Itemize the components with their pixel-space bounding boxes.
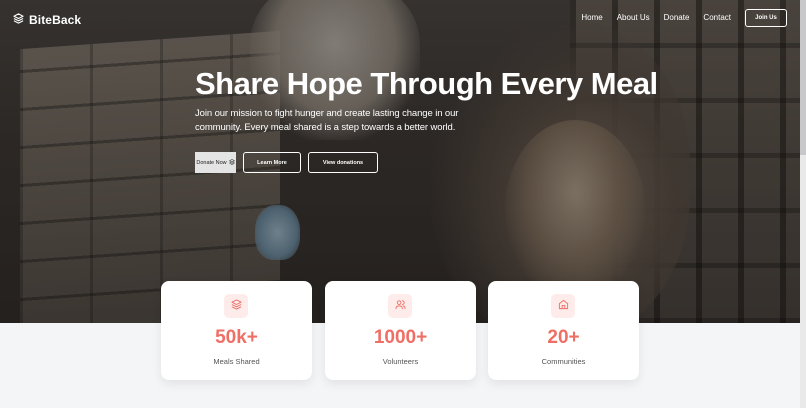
donate-now-button[interactable]: Donate Now bbox=[195, 152, 236, 173]
brand-logo[interactable]: BiteBack bbox=[13, 11, 81, 29]
layers-icon bbox=[228, 158, 235, 167]
brand-name: BiteBack bbox=[29, 13, 82, 27]
page: BiteBack Home About Us Donate Contact Jo… bbox=[0, 0, 806, 408]
stat-value: 20+ bbox=[547, 327, 580, 348]
hero-overlay bbox=[0, 0, 800, 323]
stat-label: Volunteers bbox=[382, 357, 419, 366]
stat-icon-badge bbox=[551, 294, 575, 318]
stat-label: Communities bbox=[541, 357, 586, 366]
stat-icon-badge bbox=[224, 294, 248, 318]
stat-label: Meals Shared bbox=[213, 357, 260, 366]
hero-background bbox=[0, 0, 800, 323]
layers-icon bbox=[13, 11, 24, 29]
nav-link-contact[interactable]: Contact bbox=[703, 13, 731, 22]
learn-more-button[interactable]: Learn More bbox=[243, 152, 301, 173]
page-scrollbar[interactable] bbox=[800, 0, 806, 408]
stat-icon-badge bbox=[388, 294, 412, 318]
layers-icon bbox=[230, 297, 242, 315]
stat-card-communities: 20+ Communities bbox=[488, 281, 639, 380]
donate-now-label: Donate Now bbox=[196, 159, 227, 166]
navbar: BiteBack Home About Us Donate Contact Jo… bbox=[0, 0, 800, 36]
stat-value: 50k+ bbox=[215, 327, 258, 348]
home-icon bbox=[558, 297, 569, 315]
scrollbar-thumb[interactable] bbox=[800, 0, 806, 155]
stat-value: 1000+ bbox=[373, 327, 428, 348]
nav-link-about[interactable]: About Us bbox=[617, 13, 650, 22]
users-icon bbox=[394, 297, 406, 315]
nav-link-donate[interactable]: Donate bbox=[664, 13, 690, 22]
nav-link-home[interactable]: Home bbox=[581, 13, 602, 22]
join-us-button[interactable]: Join Us bbox=[745, 9, 787, 27]
hero-headline: Share Hope Through Every Meal bbox=[195, 66, 658, 101]
stat-card-meals: 50k+ Meals Shared bbox=[161, 281, 312, 380]
stat-card-volunteers: 1000+ Volunteers bbox=[325, 281, 476, 380]
view-donations-button[interactable]: View donations bbox=[308, 152, 378, 173]
hero-subtext: Join our mission to fight hunger and cre… bbox=[195, 108, 459, 133]
nav-links: Home About Us Donate Contact bbox=[581, 13, 731, 22]
